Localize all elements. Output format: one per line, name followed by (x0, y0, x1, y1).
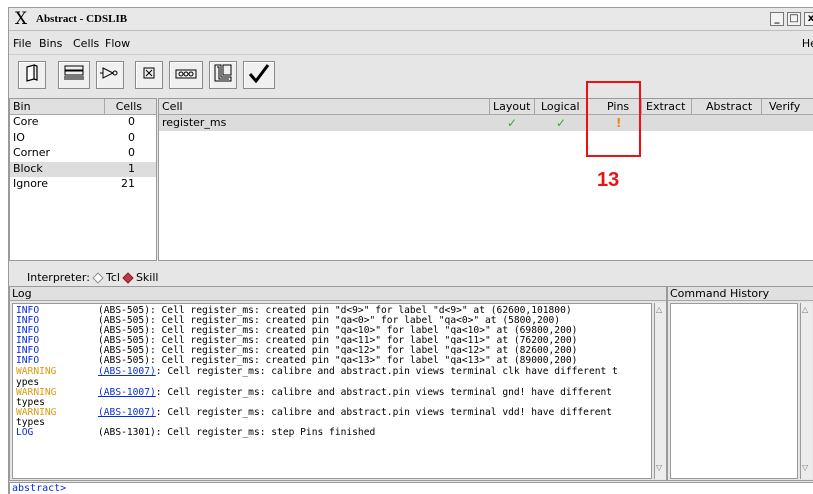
layout-check-icon: ✓ (507, 116, 518, 130)
title-bar: X Abstract - CDSLIB _ □ x (9, 8, 813, 31)
bin-name: Corner (13, 146, 51, 159)
menu-bar: File Bins Cells Flow Hel (9, 32, 813, 54)
log-code-link[interactable]: (ABS-1007) (98, 366, 156, 377)
layout-view-button[interactable] (58, 61, 90, 89)
annotation-number: 13 (597, 169, 620, 191)
menu-flow[interactable]: Flow (105, 37, 130, 50)
window-title: Abstract - CDSLIB (36, 13, 128, 25)
bin-count: 21 (121, 177, 135, 190)
verify-check-icon (248, 63, 270, 87)
pins-icon (175, 66, 197, 84)
log-title: Log (10, 287, 666, 301)
layout-view-icon (63, 65, 85, 85)
bin-row-core[interactable]: Core 0 (10, 115, 156, 131)
log-code-link[interactable]: (ABS-1007) (98, 407, 156, 418)
cell-column-header[interactable]: Cell (162, 100, 183, 113)
x-logo-icon: X (15, 9, 28, 29)
bin-row-corner[interactable]: Corner 0 (10, 146, 156, 162)
layout-column-header[interactable]: Layout (493, 100, 530, 113)
pins-button[interactable] (169, 61, 203, 89)
bin-count: 1 (128, 161, 135, 175)
command-history-list[interactable] (670, 303, 798, 479)
menu-help[interactable]: Hel (802, 37, 813, 50)
bin-name: Block (13, 161, 43, 175)
log-level: INFO (16, 355, 40, 366)
cell-name: register_ms (162, 116, 227, 129)
log-message: (ABS-1007): Cell register_ms: calibre an… (98, 408, 612, 418)
logical-view-icon (100, 66, 120, 84)
log-code-link[interactable]: (ABS-1007) (98, 387, 156, 398)
bin-count: 0 (128, 115, 135, 128)
extract-button[interactable] (209, 61, 237, 89)
skill-label: Skill (135, 271, 159, 284)
logical-view-button[interactable] (96, 61, 124, 89)
bin-name: Ignore (13, 177, 48, 190)
log-message-text: : Cell register_ms: calibre and abstract… (155, 407, 613, 418)
log-level-warning: WARNING (16, 366, 57, 377)
interpreter-selector: Interpreter: Tcl Skill (27, 271, 158, 284)
scroll-down-icon[interactable]: ▽ (802, 463, 808, 472)
open-cell-button[interactable] (18, 61, 46, 89)
bin-table: Bin Cells Core 0 IO 0 Corner 0 Block 1 I… (9, 98, 157, 261)
menu-cells[interactable]: Cells (73, 37, 99, 50)
bin-row-ignore[interactable]: Ignore 21 (10, 177, 156, 193)
scroll-up-icon[interactable]: △ (802, 305, 808, 314)
abstract-window: X Abstract - CDSLIB _ □ x File Bins Cell… (8, 7, 813, 494)
maximize-button[interactable]: □ (787, 12, 801, 26)
bin-column-header[interactable]: Bin (10, 99, 105, 114)
bin-count: 0 (128, 146, 135, 159)
log-scrollbar[interactable]: △ ▽ (654, 303, 666, 479)
bin-count: 0 (128, 130, 135, 144)
menu-file[interactable]: File (13, 37, 31, 50)
cell-row-register-ms[interactable]: register_ms ✓ ✓ ! (159, 115, 813, 131)
bin-row-io[interactable]: IO 0 (10, 131, 156, 147)
tcl-label: Tcl (105, 271, 120, 284)
history-scrollbar[interactable]: △ ▽ (800, 303, 812, 479)
log-message-text: : Cell register_ms: calibre and abstract… (155, 387, 613, 398)
pins-highlight-box (586, 81, 641, 157)
logical-check-icon: ✓ (556, 116, 567, 130)
clear-button[interactable] (135, 61, 163, 89)
close-window-button[interactable]: x (804, 12, 813, 26)
verify-button[interactable] (243, 61, 275, 89)
log-message: (ABS-505): Cell register_ms: created pin… (98, 355, 578, 366)
logical-column-header[interactable]: Logical (541, 100, 580, 113)
bin-table-header: Bin Cells (10, 99, 156, 115)
log-message-text: : Cell register_ms: calibre and abstract… (155, 366, 618, 377)
minimize-button[interactable]: _ (770, 12, 784, 26)
log-message: (ABS-1007): Cell register_ms: calibre an… (98, 388, 612, 398)
log-panel: Log INFO (ABS-505): Cell register_ms: cr… (9, 286, 667, 481)
interpreter-label: Interpreter: (27, 271, 90, 284)
log-message: (ABS-1007): Cell register_ms: calibre an… (98, 367, 618, 377)
log-output[interactable]: INFO (ABS-505): Cell register_ms: create… (12, 303, 652, 479)
cell-table-header: Cell Layout Logical Pins Extract Abstrac… (159, 99, 813, 115)
verify-column-header[interactable]: Verify (769, 100, 800, 113)
bin-name: Core (13, 115, 39, 128)
tcl-radio[interactable] (92, 271, 104, 284)
extract-icon (213, 63, 233, 87)
abstract-column-header[interactable]: Abstract (706, 100, 752, 113)
cells-column-header[interactable]: Cells (105, 99, 145, 114)
window-controls: _ □ x (770, 12, 813, 26)
log-level: LOG (16, 427, 34, 438)
toolbar (9, 54, 813, 96)
command-prompt[interactable]: abstract> (9, 482, 813, 494)
bin-row-block[interactable]: Block 1 (10, 161, 156, 177)
command-history-title: Command History (668, 287, 813, 301)
open-cell-icon (25, 64, 39, 86)
cell-table: Cell Layout Logical Pins Extract Abstrac… (158, 98, 813, 261)
command-history-panel: Command History △ ▽ (667, 286, 813, 481)
skill-radio[interactable] (122, 271, 134, 284)
scroll-up-icon[interactable]: △ (656, 305, 662, 314)
log-message: (ABS-1301): Cell register_ms: step Pins … (98, 427, 376, 438)
bin-name: IO (13, 130, 25, 144)
extract-column-header[interactable]: Extract (646, 100, 685, 113)
menu-bins[interactable]: Bins (39, 37, 62, 50)
scroll-down-icon[interactable]: ▽ (656, 463, 662, 472)
close-icon (142, 66, 156, 84)
